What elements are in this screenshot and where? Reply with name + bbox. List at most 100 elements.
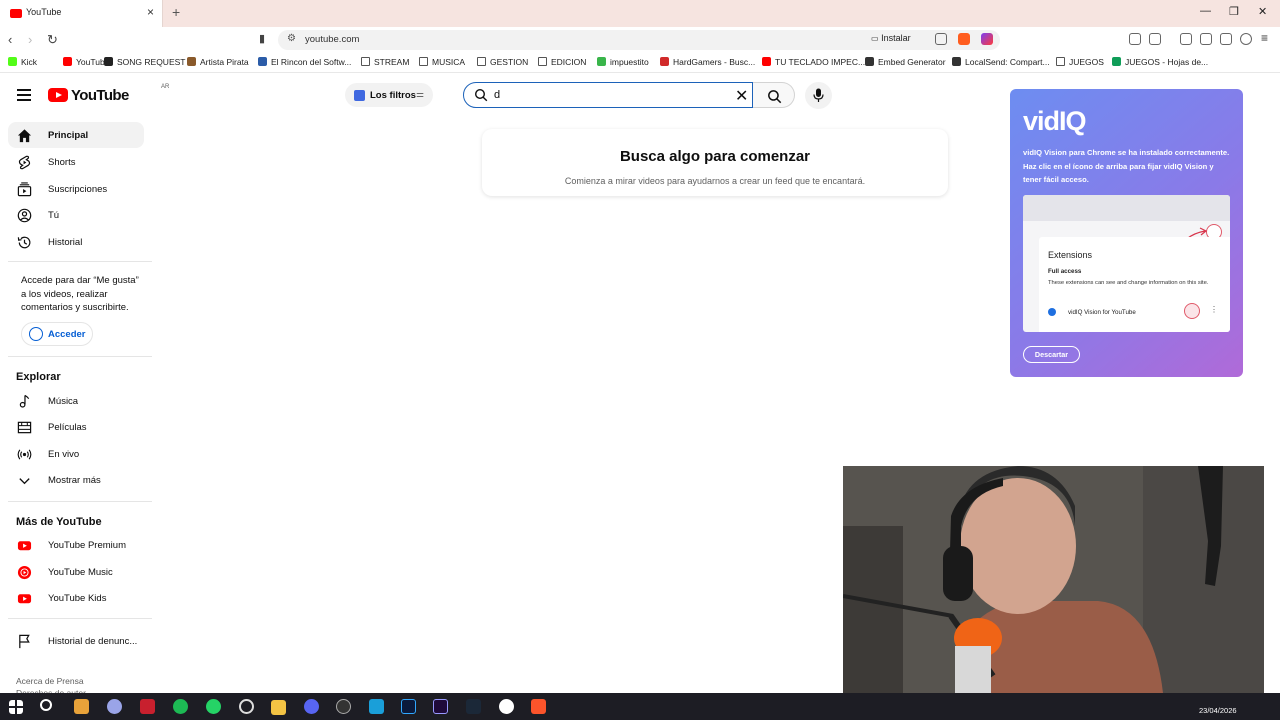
browser-menu-icon[interactable]: ≡: [1261, 32, 1273, 45]
explore-heading: Explorar: [16, 371, 61, 383]
tab-search-icon[interactable]: [1149, 33, 1161, 45]
bookmark-label: El Rincon del Softw...: [271, 57, 352, 67]
search-input[interactable]: [494, 87, 724, 103]
taskbar-app-icon[interactable]: [239, 699, 254, 714]
bookmark-item[interactable]: LocalSend: Compart...: [952, 57, 1050, 67]
brave-browser-icon[interactable]: [531, 699, 546, 714]
folder-icon: [419, 57, 428, 66]
file-explorer-icon[interactable]: [271, 700, 286, 715]
close-tab-icon[interactable]: ×: [147, 5, 154, 19]
bookmark-item[interactable]: El Rincon del Softw...: [258, 57, 351, 67]
sidebar-item-principal[interactable]: Principal: [8, 122, 144, 148]
you-icon: [17, 208, 32, 223]
bookmark-item[interactable]: STREAM: [361, 57, 409, 67]
bookmark-item[interactable]: HardGamers - Busc...: [660, 57, 755, 67]
clear-search-icon[interactable]: ✕: [735, 86, 748, 106]
bookmark-favicon-icon: [865, 57, 874, 66]
bookmark-item[interactable]: impuestito: [597, 57, 649, 67]
taskbar-app-icon[interactable]: [74, 699, 89, 714]
brave-shields-icon[interactable]: [958, 33, 970, 45]
bookmark-label: JUEGOS: [1069, 57, 1104, 67]
bookmark-item[interactable]: Kick: [8, 57, 37, 67]
bookmark-item[interactable]: Artista Pirata: [187, 57, 249, 67]
new-tab-button[interactable]: +: [172, 4, 180, 20]
bookmark-favicon-icon: [1112, 57, 1121, 66]
taskbar-app-icon[interactable]: [107, 699, 122, 714]
taskbar-search-icon[interactable]: [40, 699, 52, 711]
sidebar-item-youtube-premium[interactable]: YouTube Premium: [8, 532, 144, 558]
acceder-label: Acceder: [48, 329, 86, 340]
leo-icon[interactable]: [1220, 33, 1232, 45]
sidebar-toggle-icon[interactable]: [1180, 33, 1192, 45]
folder-icon: [477, 57, 486, 66]
bookmark-favicon-icon: [104, 57, 113, 66]
vpn-icon[interactable]: [1240, 33, 1252, 45]
sidebar-item-en-vivo[interactable]: En vivo: [8, 441, 144, 467]
search-box[interactable]: ✕: [463, 82, 753, 108]
sidebar-divider: [8, 356, 152, 357]
premiere-icon[interactable]: [433, 699, 448, 714]
windows-start-icon[interactable]: [9, 700, 23, 714]
bookmark-item[interactable]: Embed Generator: [865, 57, 946, 67]
sidebar-item-musica[interactable]: Música: [8, 388, 144, 414]
whatsapp-icon[interactable]: [206, 699, 221, 714]
youtube-kids-icon: [17, 594, 32, 604]
live-icon: [17, 449, 32, 460]
bookmark-item[interactable]: GESTION: [477, 57, 528, 67]
spotify-icon[interactable]: [173, 699, 188, 714]
site-settings-icon[interactable]: ⚙: [287, 33, 296, 44]
descartar-button[interactable]: Descartar: [1023, 346, 1080, 363]
close-window-button[interactable]: ✕: [1258, 5, 1267, 18]
back-icon[interactable]: ‹: [8, 32, 12, 47]
tab-title: YouTube: [26, 7, 62, 17]
subscriptions-icon: [17, 182, 32, 197]
taskbar-app-icon[interactable]: [140, 699, 155, 714]
browser-tab-youtube[interactable]: YouTube ×: [0, 0, 163, 27]
minimize-window-button[interactable]: —: [1200, 5, 1211, 17]
bookmark-item[interactable]: EDICION: [538, 57, 586, 67]
sidebar-item-suscripciones[interactable]: Suscripciones: [8, 176, 144, 202]
photoshop-icon[interactable]: [401, 699, 416, 714]
install-app-button[interactable]: ▭ Instalar: [871, 33, 911, 47]
sidebar-item-shorts[interactable]: Shorts: [8, 149, 144, 175]
bookmark-item[interactable]: TU TECLADO IMPEC...: [762, 57, 865, 67]
sidebar-item-peliculas[interactable]: Películas: [8, 414, 144, 440]
forward-icon[interactable]: ›: [28, 32, 32, 47]
bookmark-label: Embed Generator: [878, 57, 946, 67]
extensions-icon[interactable]: [1129, 33, 1141, 45]
bookmark-item[interactable]: MUSICA: [419, 57, 465, 67]
reload-icon[interactable]: ↻: [47, 32, 58, 48]
bookmark-item[interactable]: SONG REQUEST: [104, 57, 185, 67]
bookmark-label: EDICION: [551, 57, 587, 67]
filters-label: Los filtros: [370, 90, 416, 101]
taskbar-app-icon[interactable]: [336, 699, 351, 714]
sidebar-item-tu[interactable]: Tú: [8, 202, 144, 228]
mock-extensions-panel: Extensions Full access These extensions …: [1039, 237, 1230, 332]
wallet-icon[interactable]: [1200, 33, 1212, 45]
youtube-premium-icon: [17, 541, 32, 551]
bookmark-page-icon[interactable]: ▮: [259, 32, 265, 45]
discord-icon[interactable]: [304, 699, 319, 714]
sidebar-item-youtube-music[interactable]: YouTube Music: [8, 559, 144, 585]
sidebar-item-report-history[interactable]: Historial de denunc...: [8, 628, 144, 654]
voice-search-button[interactable]: [805, 82, 832, 109]
guide-menu-icon[interactable]: [17, 89, 31, 101]
maximize-window-button[interactable]: ❐: [1229, 5, 1239, 18]
search-button[interactable]: [753, 82, 795, 108]
acceder-button[interactable]: Acceder: [21, 322, 93, 346]
sidebar-item-historial[interactable]: Historial: [8, 229, 144, 255]
taskbar-app-icon[interactable]: [499, 699, 514, 714]
sidebar-item-youtube-kids[interactable]: YouTube Kids: [8, 585, 144, 611]
taskbar-app-icon[interactable]: [369, 699, 384, 714]
mock-toolbar: [1023, 195, 1230, 221]
share-icon[interactable]: [935, 33, 947, 45]
tune-icon: ⚌: [416, 89, 425, 99]
footer-link-line[interactable]: Acerca de Prensa: [16, 675, 86, 687]
brave-rewards-icon[interactable]: [981, 33, 993, 45]
vidiq-filters-button[interactable]: Los filtros ⚌: [345, 83, 433, 107]
bookmark-item[interactable]: JUEGOS - Hojas de...: [1112, 57, 1208, 67]
sidebar-item-mostrar-mas[interactable]: Mostrar más: [8, 467, 144, 493]
bookmark-item[interactable]: YouTube: [63, 57, 109, 67]
steam-icon[interactable]: [466, 699, 481, 714]
bookmark-item[interactable]: JUEGOS: [1056, 57, 1104, 67]
